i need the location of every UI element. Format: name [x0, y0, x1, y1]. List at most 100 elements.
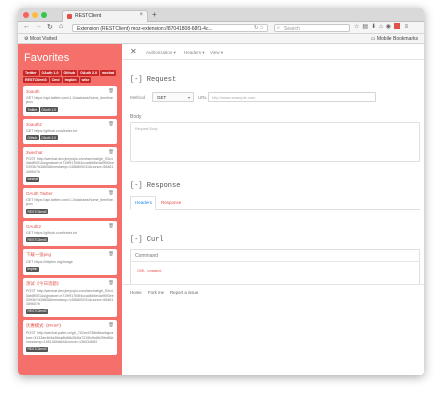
favorite-tag: RESTClient3: [26, 308, 49, 314]
favorite-tag: OAuth 1.0: [39, 107, 58, 113]
favorite-item[interactable]: OAuth2 🗑 GET https://github.com/index.tx…: [23, 220, 117, 246]
url-text: Extension (RESTClient) moz-extension://8…: [77, 26, 213, 32]
favorite-item[interactable]: 下载一张png 🗑 GET https://httpbin.org/image …: [23, 248, 117, 276]
restclient-favicon-icon: [67, 14, 72, 19]
back-arrow-icon[interactable]: ←: [23, 23, 30, 30]
favorite-tag: RESTClient3: [26, 209, 49, 215]
search-bar[interactable]: ⌕ Search: [274, 24, 350, 32]
tab-strip: RESTClient × +: [18, 8, 424, 22]
fork-me-link[interactable]: Fork me: [148, 290, 164, 295]
home-icon[interactable]: ⌂: [59, 23, 63, 30]
tag-filter[interactable]: OAuth 1.0: [39, 70, 61, 76]
method-select[interactable]: GET ▾: [152, 92, 194, 102]
favorite-request: POST http://wechat.dev.jimyrojiu.com/wec…: [26, 156, 114, 174]
favorite-tag: wechat: [26, 176, 40, 182]
method-label: Method: [130, 95, 146, 100]
reload-icon[interactable]: ↻: [47, 23, 53, 31]
new-tab-button[interactable]: +: [152, 10, 157, 19]
tag-filter[interactable]: tmpbin: [62, 77, 79, 83]
view-menu[interactable]: View ▾: [210, 50, 223, 56]
tag-filter[interactable]: Twitter: [23, 70, 39, 76]
favorite-tag: RESTClient3: [26, 237, 49, 243]
favorite-tag: tmpbin: [26, 266, 39, 272]
tag-cloud: Twitter OAuth 1.0 Github OAuth 2.0 wechat RES…: [23, 70, 119, 84]
search-icon: ⌕: [277, 25, 280, 31]
nav-bar: ← → ↻ ⌂ Extension (RESTClient) moz-exten…: [18, 22, 424, 34]
favorite-item[interactable]: 优惠模式《PAXF》 🗑 POST http://wechat.pater.cn…: [23, 320, 117, 356]
tag-filter[interactable]: Github: [61, 70, 78, 76]
browser-window: RESTClient × + ← → ↻ ⌂ Extension (RESTCl…: [18, 8, 424, 375]
favorite-request: GET https://github.com/index.txt: [26, 230, 78, 235]
home-toolbar-icon[interactable]: ⌂: [379, 24, 386, 30]
curl-section-title[interactable]: [-] Curl: [130, 236, 164, 244]
response-tabs: Headers Response: [130, 196, 420, 210]
tag-filter[interactable]: Cmd: [49, 77, 62, 83]
trash-icon[interactable]: 🗑: [108, 322, 114, 328]
favorite-tag: OAuth 2.0: [39, 135, 58, 141]
body-textarea[interactable]: Request Body: [130, 122, 420, 162]
trash-icon[interactable]: 🗑: [108, 251, 114, 257]
url-input[interactable]: http://www.example.com: [208, 92, 376, 102]
trash-icon[interactable]: 🗑: [108, 88, 114, 94]
forward-arrow-icon[interactable]: →: [35, 23, 42, 30]
pocket-icon[interactable]: ◉: [386, 24, 394, 30]
trash-icon[interactable]: 🗑: [108, 223, 114, 229]
favorite-name[interactable]: 下载一张png: [26, 252, 114, 258]
response-section-title[interactable]: [-] Response: [130, 182, 180, 190]
trash-icon[interactable]: 🗑: [108, 121, 114, 127]
request-section-title[interactable]: [-] Request: [130, 76, 176, 84]
favorites-list: 3oauth 🗑 GET https://api.twitter.com/1.1…: [23, 86, 117, 358]
trash-icon[interactable]: 🗑: [108, 190, 114, 196]
library-icon[interactable]: ▤: [362, 24, 371, 30]
trash-icon[interactable]: 🗑: [108, 280, 114, 286]
tab-response[interactable]: Response: [161, 200, 181, 205]
tag-filter[interactable]: wike: [79, 77, 92, 83]
most-visited-link[interactable]: ⚙ Most Visited: [24, 36, 57, 42]
favorite-name[interactable]: 3wechat: [26, 150, 114, 155]
favorite-request: GET https://httpbin.org/image: [26, 259, 73, 264]
favorite-name[interactable]: 优惠模式《PAXF》: [26, 323, 114, 329]
body-placeholder: Request Body: [135, 127, 158, 131]
command-label: Command: [135, 253, 159, 259]
footer-divider: [122, 284, 424, 285]
favorite-item[interactable]: 测试《今日话题》 🗑 POST http://wechat.dev.jimyro…: [23, 278, 117, 318]
favorite-tag: RESTClient3: [26, 346, 49, 352]
tab-headers[interactable]: Headers: [135, 200, 152, 205]
close-icon[interactable]: ✕: [130, 47, 137, 56]
url-label: URL: [198, 95, 208, 100]
favorite-name[interactable]: 3oauth2: [26, 122, 114, 127]
menu-icon[interactable]: ≡: [400, 24, 411, 30]
favorite-item[interactable]: 3wechat 🗑 POST http://wechat.dev.jimyroj…: [23, 146, 117, 186]
favorite-tag: Twitter: [26, 107, 39, 113]
report-issue-link[interactable]: Report a issue: [170, 290, 198, 295]
favorite-item[interactable]: OAuth Twitter 🗑 GET https://api.twitter.…: [23, 188, 117, 218]
favorite-name[interactable]: 3oauth: [26, 89, 114, 94]
favorite-name[interactable]: OAuth2: [26, 224, 114, 229]
headers-menu[interactable]: Headers ▾: [184, 50, 205, 56]
favorite-item[interactable]: 3oauth2 🗑 GET https://github.com/index.t…: [23, 118, 117, 144]
mobile-bookmarks-label: Mobile Bookmarks: [376, 36, 418, 42]
url-bar[interactable]: Extension (RESTClient) moz-extension://8…: [72, 24, 268, 32]
maximize-window-button[interactable]: [41, 12, 47, 18]
curl-command-text: CURL command: [137, 270, 162, 274]
divider: [131, 261, 419, 262]
bookmark-star-icon[interactable]: ↻ ☆: [254, 25, 264, 31]
curl-command-box: Command CURL command: [130, 249, 420, 285]
trash-icon[interactable]: 🗑: [108, 149, 114, 155]
main-toolbar: ✕ Authorization ▾ Headers ▾ View ▾: [122, 44, 424, 60]
close-window-button[interactable]: [23, 12, 29, 18]
favorite-name[interactable]: OAuth Twitter: [26, 191, 114, 196]
tag-filter[interactable]: RESTClient3: [23, 77, 49, 83]
home-link[interactable]: Home: [130, 290, 142, 295]
minimize-window-button[interactable]: [32, 12, 38, 18]
mobile-bookmarks-link[interactable]: ▭ Mobile Bookmarks: [371, 36, 418, 42]
favorite-item[interactable]: 3oauth 🗑 GET https://api.twitter.com/1.1…: [23, 86, 117, 116]
tab-close-icon[interactable]: ×: [139, 12, 143, 18]
tag-filter[interactable]: wechat: [100, 70, 117, 76]
favorite-name[interactable]: 测试《今日话题》: [26, 281, 114, 287]
download-icon[interactable]: ⬇: [371, 24, 379, 30]
favorite-tag: Github: [26, 135, 39, 141]
tab-restclient[interactable]: RESTClient ×: [62, 10, 148, 22]
tag-filter[interactable]: OAuth 2.0: [78, 70, 100, 76]
authorization-menu[interactable]: Authorization ▾: [146, 50, 176, 56]
